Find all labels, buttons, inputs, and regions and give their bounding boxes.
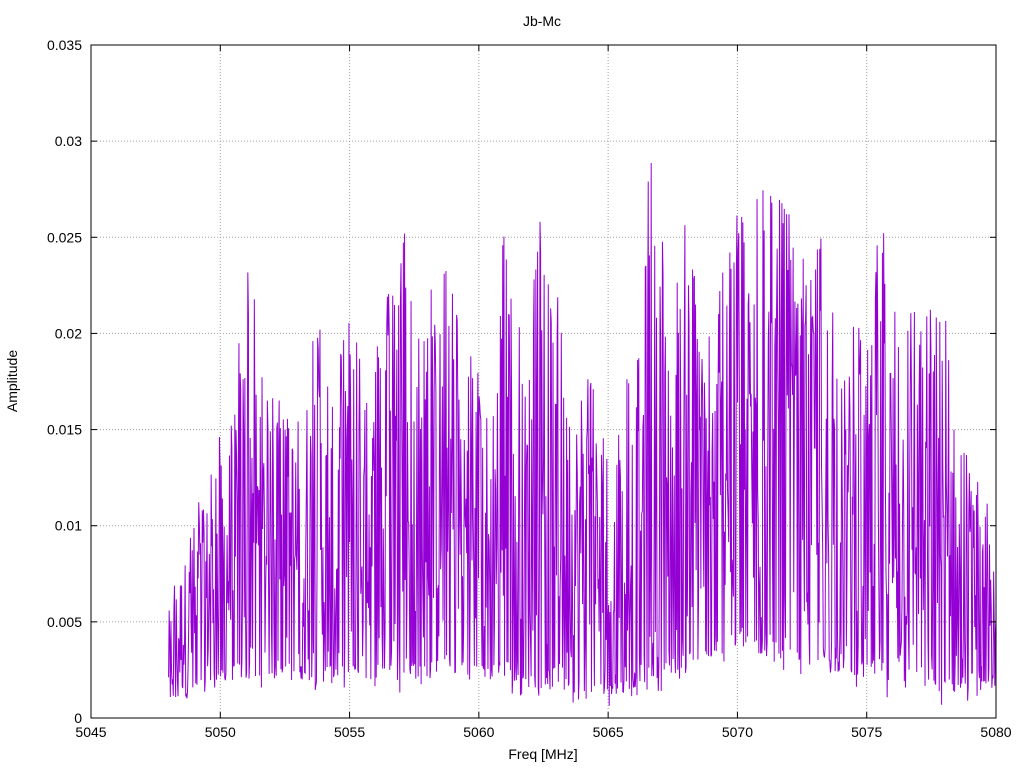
x-tick-label: 5060 <box>463 724 494 740</box>
x-tick-label: 5080 <box>980 724 1011 740</box>
x-axis-label: Freq [MHz] <box>508 746 577 762</box>
y-axis-label: Amplitude <box>4 350 20 412</box>
x-tick-label: 5045 <box>75 724 106 740</box>
chart: 5045 5050 5055 5060 5065 5070 5075 5080 00.0050… <box>4 13 1012 762</box>
series-line <box>168 163 997 706</box>
x-tick-label: 5070 <box>722 724 753 740</box>
x-tick-label: 5075 <box>851 724 882 740</box>
x-tick-label: 5065 <box>593 724 624 740</box>
y-tick-labels: 0 0.005 0.01 0.015 0.02 0.025 0.03 0.035 <box>47 37 82 726</box>
y-tick-label: 0.035 <box>47 37 82 53</box>
y-tick-label: 0.03 <box>55 133 82 149</box>
y-tick-label: 0.02 <box>55 325 82 341</box>
y-tick-label: 0.01 <box>55 518 82 534</box>
y-tick-label: 0.015 <box>47 422 82 438</box>
y-tick-label: 0.025 <box>47 229 82 245</box>
x-tick-label: 5050 <box>205 724 236 740</box>
x-tick-label: 5055 <box>334 724 365 740</box>
y-tick-label: 0 <box>74 710 82 726</box>
chart-title: Jb-Mc <box>523 13 561 29</box>
y-tick-label: 0.005 <box>47 614 82 630</box>
x-tick-labels: 5045 5050 5055 5060 5065 5070 5075 5080 <box>75 724 1011 740</box>
series-trace <box>168 163 997 706</box>
